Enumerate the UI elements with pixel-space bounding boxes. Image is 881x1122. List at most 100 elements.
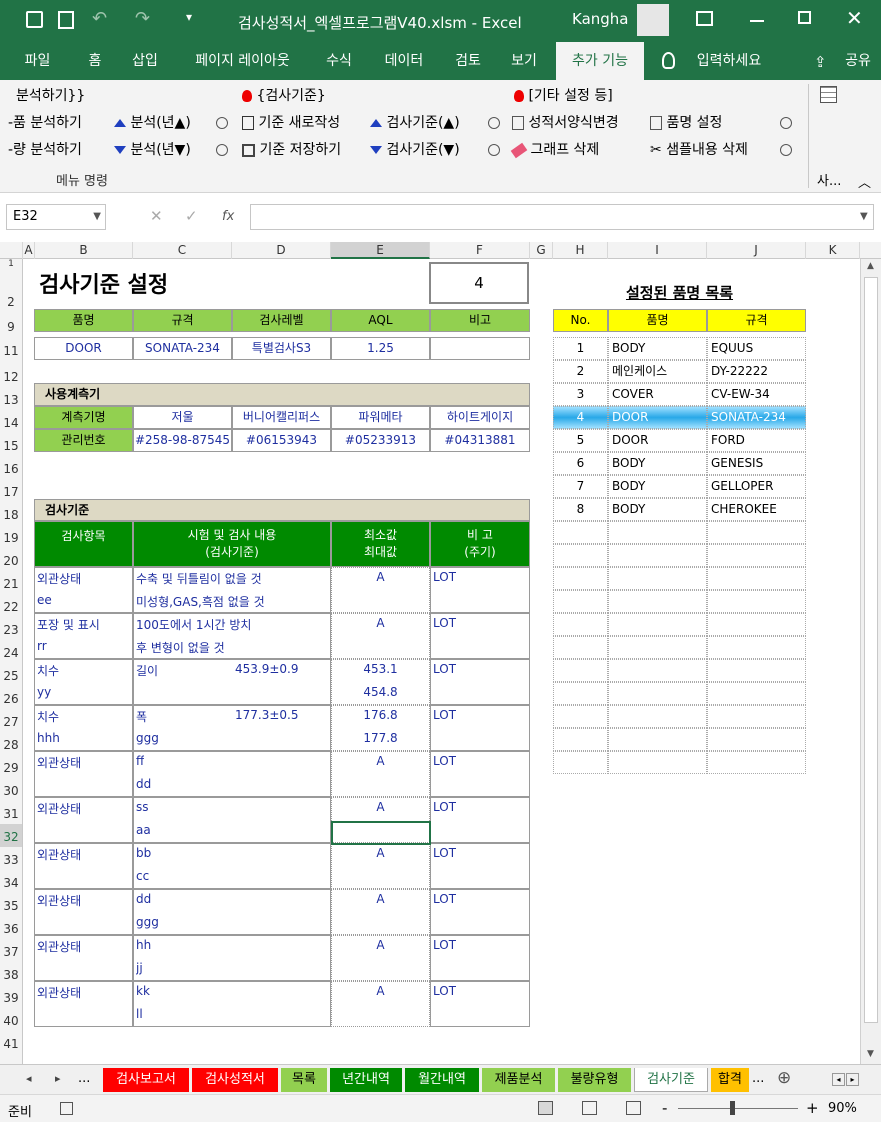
analysis-year-down-button[interactable]: 분석(년▼)	[114, 140, 191, 160]
scroll-up-icon[interactable]: ▲	[867, 261, 874, 271]
row-header[interactable]: 36	[0, 916, 22, 939]
print-preview-icon[interactable]	[58, 11, 74, 29]
crit-row-content-cell[interactable]	[133, 935, 331, 981]
product-spec[interactable]: GELLOPER	[707, 475, 806, 498]
row-header[interactable]: 2	[0, 269, 22, 312]
sheet-tab[interactable]: 합격	[711, 1068, 749, 1092]
product-no[interactable]	[553, 682, 608, 705]
col-header[interactable]: D	[232, 242, 331, 259]
page-layout-view-icon[interactable]	[582, 1101, 597, 1115]
radio-option[interactable]	[780, 144, 792, 156]
col-header[interactable]: K	[806, 242, 860, 259]
product-name[interactable]: DOOR	[608, 406, 707, 429]
tab-more[interactable]: ...	[78, 1071, 90, 1086]
sheet-tab[interactable]: 제품분석	[482, 1068, 555, 1092]
product-spec[interactable]: GENESIS	[707, 452, 806, 475]
crit-row-content-cell[interactable]	[133, 751, 331, 797]
row-header[interactable]: 26	[0, 686, 22, 709]
info-value-aql[interactable]: 1.25	[331, 337, 430, 360]
info-value-level[interactable]: 특별검사S3	[232, 337, 331, 360]
tab-scroll-left-icon[interactable]: ◂	[26, 1072, 32, 1085]
product-no[interactable]	[553, 705, 608, 728]
vertical-scrollbar[interactable]: ▲ ▼	[860, 259, 881, 1064]
maximize-icon[interactable]	[798, 11, 811, 24]
product-spec[interactable]	[707, 705, 806, 728]
add-sheet-icon[interactable]: ⊕	[777, 1068, 791, 1088]
hscroll-left-icon[interactable]: ◂	[832, 1073, 845, 1086]
tab-scroll-right-icon[interactable]: ▸	[55, 1072, 61, 1085]
product-spec[interactable]: CV-EW-34	[707, 383, 806, 406]
row-header[interactable]: 32	[0, 824, 22, 847]
crit-row-content-cell[interactable]	[133, 797, 331, 843]
undo-icon[interactable]: ↶	[92, 8, 107, 29]
product-spec[interactable]	[707, 636, 806, 659]
chevron-down-icon[interactable]: ▼	[860, 211, 868, 222]
crit-row-content-cell[interactable]	[133, 981, 331, 1027]
col-header[interactable]: J	[707, 242, 806, 259]
row-header[interactable]: 35	[0, 893, 22, 916]
radio-option[interactable]	[780, 117, 792, 129]
scroll-thumb[interactable]	[864, 277, 878, 1023]
zoom-slider-track[interactable]	[678, 1108, 798, 1109]
tab-more-right[interactable]: ...	[752, 1071, 764, 1086]
selected-cell[interactable]	[331, 821, 431, 845]
product-no[interactable]	[553, 590, 608, 613]
tab-view[interactable]: 보기	[500, 42, 548, 80]
row-header[interactable]: 21	[0, 571, 22, 594]
defect-analysis-button[interactable]: -량 분석하기	[8, 140, 82, 160]
row-header[interactable]: 20	[0, 548, 22, 571]
product-name[interactable]	[608, 751, 707, 774]
product-name[interactable]: DOOR	[608, 429, 707, 452]
product-name[interactable]	[608, 613, 707, 636]
save-criteria-button[interactable]: 기준 저장하기	[242, 140, 341, 160]
row-header[interactable]: 31	[0, 801, 22, 824]
product-name[interactable]: COVER	[608, 383, 707, 406]
crit-row-content-cell[interactable]	[133, 705, 331, 751]
customize-qat-icon[interactable]: ▾	[186, 10, 192, 24]
product-name[interactable]	[608, 682, 707, 705]
row-header[interactable]: 30	[0, 778, 22, 801]
grid-icon[interactable]	[820, 86, 837, 103]
row-header[interactable]: 23	[0, 617, 22, 640]
gauge-name[interactable]: 하이트게이지	[430, 406, 530, 429]
sheet-tab[interactable]: 검사기준	[634, 1068, 708, 1092]
tab-formulas[interactable]: 수식	[312, 42, 366, 80]
tab-home[interactable]: 홈	[74, 42, 116, 80]
zoom-slider-thumb[interactable]	[730, 1101, 735, 1115]
product-name[interactable]: BODY	[608, 337, 707, 360]
product-spec[interactable]	[707, 567, 806, 590]
row-header[interactable]: 18	[0, 502, 22, 525]
tab-file[interactable]: 파일	[10, 42, 65, 80]
gauge-name[interactable]: 저울	[133, 406, 232, 429]
share-icon[interactable]: ⇪	[814, 53, 827, 71]
info-value-note[interactable]	[430, 337, 530, 360]
crit-row-content-cell[interactable]	[133, 843, 331, 889]
col-header[interactable]: E	[331, 242, 430, 259]
enter-icon[interactable]: ✓	[185, 207, 198, 225]
product-name[interactable]: BODY	[608, 452, 707, 475]
name-box[interactable]: E32 ▼	[6, 204, 106, 230]
crit-row-content-cell[interactable]	[133, 889, 331, 935]
product-spec[interactable]	[707, 751, 806, 774]
tell-me-search[interactable]: 입력하세요	[684, 42, 774, 80]
row-header[interactable]: 22	[0, 594, 22, 617]
product-name[interactable]	[608, 590, 707, 613]
product-no[interactable]: 6	[553, 452, 608, 475]
formula-input[interactable]	[250, 204, 874, 230]
row-header[interactable]: 15	[0, 433, 22, 456]
product-spec[interactable]: FORD	[707, 429, 806, 452]
gauge-name[interactable]: 파워메타	[331, 406, 430, 429]
redo-icon[interactable]: ↷	[135, 8, 150, 29]
product-name[interactable]: 메인케이스	[608, 360, 707, 383]
row-header[interactable]: 13	[0, 387, 22, 410]
row-header[interactable]: 28	[0, 732, 22, 755]
product-no[interactable]	[553, 613, 608, 636]
radio-option[interactable]	[216, 117, 228, 129]
row-header[interactable]: 19	[0, 525, 22, 548]
radio-option[interactable]	[488, 144, 500, 156]
crit-row-content-cell[interactable]	[133, 659, 331, 705]
tab-add-ins[interactable]: 추가 기능	[556, 42, 644, 80]
product-setup-button[interactable]: 품명 설정	[650, 113, 722, 133]
avatar[interactable]	[637, 4, 669, 36]
product-spec[interactable]	[707, 521, 806, 544]
